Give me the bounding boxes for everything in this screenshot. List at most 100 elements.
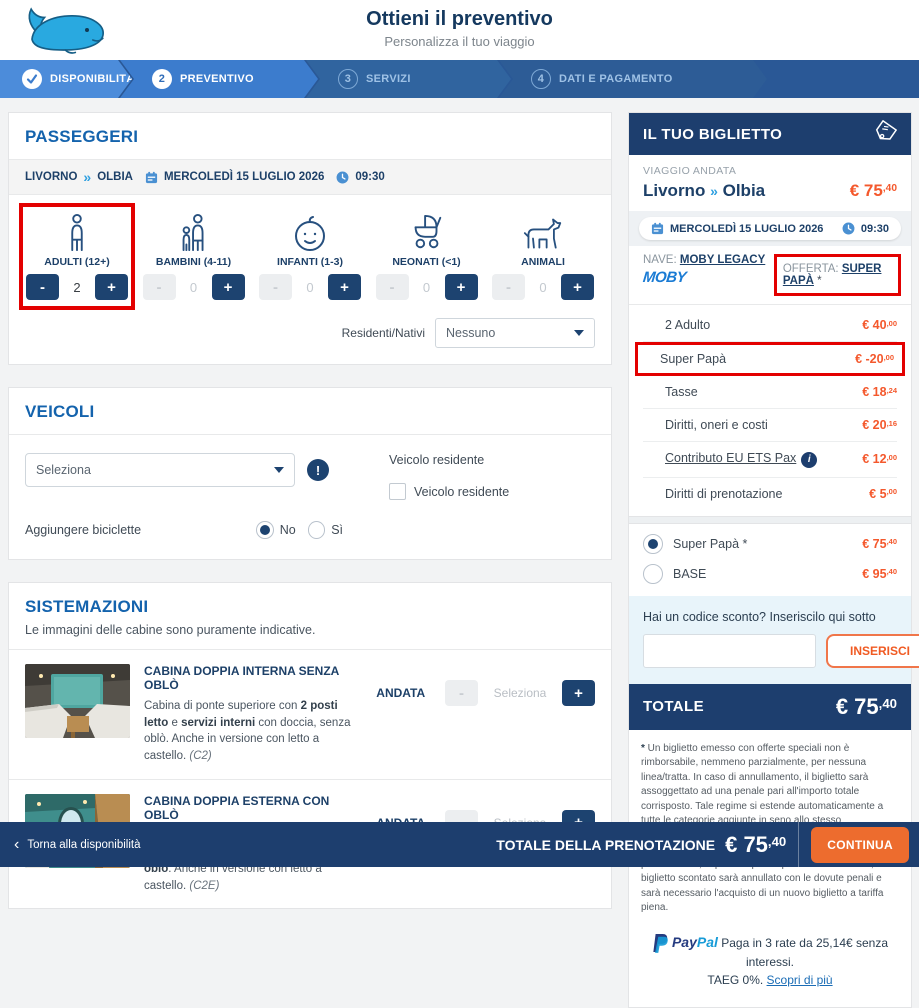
direction-label: ANDATA [356, 664, 445, 700]
price-cents: ,00 [887, 487, 897, 496]
cabin1-qty-select[interactable]: Seleziona [482, 686, 558, 700]
fare-label: BASE [673, 567, 862, 581]
price-row-label: 2 Adulto [665, 318, 710, 332]
children-count: 0 [178, 280, 210, 295]
route-from: Livorno [643, 181, 705, 200]
back-label: Torna alla disponibilità [27, 839, 140, 851]
step-label: PREVENTIVO [180, 73, 254, 85]
vehicle-select-placeholder: Seleziona [36, 463, 91, 477]
cabin1-minus-button[interactable]: - [445, 680, 478, 706]
step-number: 2 [152, 69, 172, 89]
journey-date: MERCOLEDÌ 15 LUGLIO 2026 [670, 223, 823, 235]
offer-asterisk: * [814, 275, 822, 287]
price-cents: ,16 [887, 419, 897, 428]
price-row-fees: Diritti, oneri e costi € 20,16 [643, 409, 897, 442]
paypal-wordmark: Pal [697, 934, 718, 950]
infants-minus-button[interactable]: - [259, 274, 292, 300]
cabin-description: Cabina di ponte superiore con 2 posti le… [144, 698, 356, 765]
children-plus-button[interactable]: + [212, 274, 245, 300]
step-preventivo[interactable]: 2 PREVENTIVO [120, 60, 318, 98]
discount-apply-button[interactable]: INSERISCI [826, 634, 919, 668]
desc-text: e [168, 717, 181, 729]
counter-label: NEONATI (<1) [375, 256, 479, 268]
infants-count: 0 [294, 280, 326, 295]
paypal-learn-more-link[interactable]: Scopri di più [767, 973, 833, 987]
chevron-down-icon [574, 330, 584, 336]
page-title: Ottieni il preventivo [0, 8, 919, 31]
continue-button[interactable]: CONTINUA [811, 827, 909, 863]
price-euros: € 75 [850, 181, 883, 200]
chevron-down-icon [274, 467, 284, 473]
price-breakdown: 2 Adulto € 40,00 Super Papà € -20,00 Tas… [629, 305, 911, 516]
step-label: DATI E PAGAMENTO [559, 73, 673, 85]
passengers-panel: PASSEGGERI LIVORNO » OLBIA MERCOLEDÌ 15 … [8, 112, 612, 365]
fare-options: Super Papà * € 75,40 BASE € 95,40 [629, 524, 911, 596]
paypal-message: PayPal Paga in 3 rate da 25,14€ senza in… [629, 924, 911, 1008]
step-label: SERVIZI [366, 73, 411, 85]
children-minus-button[interactable]: - [143, 274, 176, 300]
discount-code-input[interactable] [643, 634, 816, 668]
newborns-plus-button[interactable]: + [445, 274, 478, 300]
clock-icon [336, 171, 349, 184]
ticket-summary-panel: IL TUO BIGLIETTO VIAGGIO ANDATA Livorno … [628, 112, 912, 1008]
price-cents: ,00 [884, 353, 894, 362]
animals-count: 0 [527, 280, 559, 295]
fare-radio[interactable] [643, 564, 663, 584]
cabin-code: (C2) [189, 750, 211, 762]
adults-plus-button[interactable]: + [95, 274, 128, 300]
step-disponibilita[interactable]: DISPONIBILITÀ [0, 60, 132, 98]
counter-label: ADULTI (12+) [25, 256, 129, 268]
adults-minus-button[interactable]: - [26, 274, 59, 300]
price-euros: € 5 [869, 487, 886, 501]
journey-time: 09:30 [861, 223, 889, 235]
newborns-minus-button[interactable]: - [376, 274, 409, 300]
newborns-count: 0 [411, 280, 443, 295]
booking-total-euros: € 75 [725, 832, 768, 857]
route-arrow-icon: » [710, 183, 718, 199]
dog-icon [491, 212, 595, 252]
bikes-no-radio[interactable] [256, 521, 273, 539]
journey-label: VIAGGIO ANDATA [643, 165, 897, 177]
residents-label: Residenti/Nativi [342, 326, 425, 340]
residents-select[interactable]: Nessuno [435, 318, 595, 348]
info-icon[interactable]: i [801, 452, 817, 468]
fare-option-super-papa[interactable]: Super Papà * € 75,40 [643, 534, 897, 554]
fare-radio-selected[interactable] [643, 534, 663, 554]
price-cents: ,40 [887, 567, 897, 576]
residents-selected-value: Nessuno [446, 326, 495, 340]
cabin1-plus-button[interactable]: + [562, 680, 595, 706]
animals-minus-button[interactable]: - [492, 274, 525, 300]
price-euros: € 20 [862, 418, 886, 432]
step-dati-pagamento[interactable]: 4 DATI E PAGAMENTO [499, 60, 767, 98]
price-row-label: Diritti, oneri e costi [665, 418, 768, 432]
total-cents: ,40 [879, 696, 897, 711]
ets-link[interactable]: Contributo EU ETS Pax [665, 451, 796, 465]
booking-total-label: TOTALE DELLA PRENOTAZIONE [496, 837, 715, 853]
route-arrow-icon: » [83, 169, 91, 185]
back-to-availability-link[interactable]: ‹ Torna alla disponibilità [14, 836, 140, 854]
accommodations-subtitle: Le immagini delle cabine sono puramente … [9, 623, 611, 649]
animals-plus-button[interactable]: + [561, 274, 594, 300]
cabin-code: (C2E) [189, 880, 219, 892]
step-servizi[interactable]: 3 SERVIZI [306, 60, 511, 98]
adults-count: 2 [61, 280, 93, 295]
total-label: TOTALE [643, 698, 704, 715]
bikes-no-label: No [280, 523, 296, 537]
alert-icon[interactable]: ! [307, 459, 329, 481]
vehicle-select[interactable]: Seleziona [25, 453, 295, 487]
children-icon [142, 212, 246, 252]
ship-name-link[interactable]: MOBY LEGACY [680, 254, 765, 266]
bikes-yes-radio[interactable] [308, 521, 325, 539]
booking-total-cents: ,40 [768, 834, 786, 849]
divider [798, 822, 799, 867]
counter-infants: INFANTI (1-3) - 0 + [252, 203, 368, 310]
paypal-text: Paga in 3 rate da 25,14€ senza interessi… [718, 936, 888, 970]
resident-vehicle-checkbox[interactable] [389, 483, 406, 500]
infants-plus-button[interactable]: + [328, 274, 361, 300]
moby-whale-logo[interactable] [12, 4, 112, 61]
route-from: LIVORNO [25, 171, 77, 183]
fare-option-base[interactable]: BASE € 95,40 [643, 564, 897, 584]
counter-animals: ANIMALI - 0 + [485, 203, 601, 310]
desc-text: . Anche in versione con letto a castello… [144, 863, 322, 892]
paypal-logo-icon [652, 933, 670, 953]
